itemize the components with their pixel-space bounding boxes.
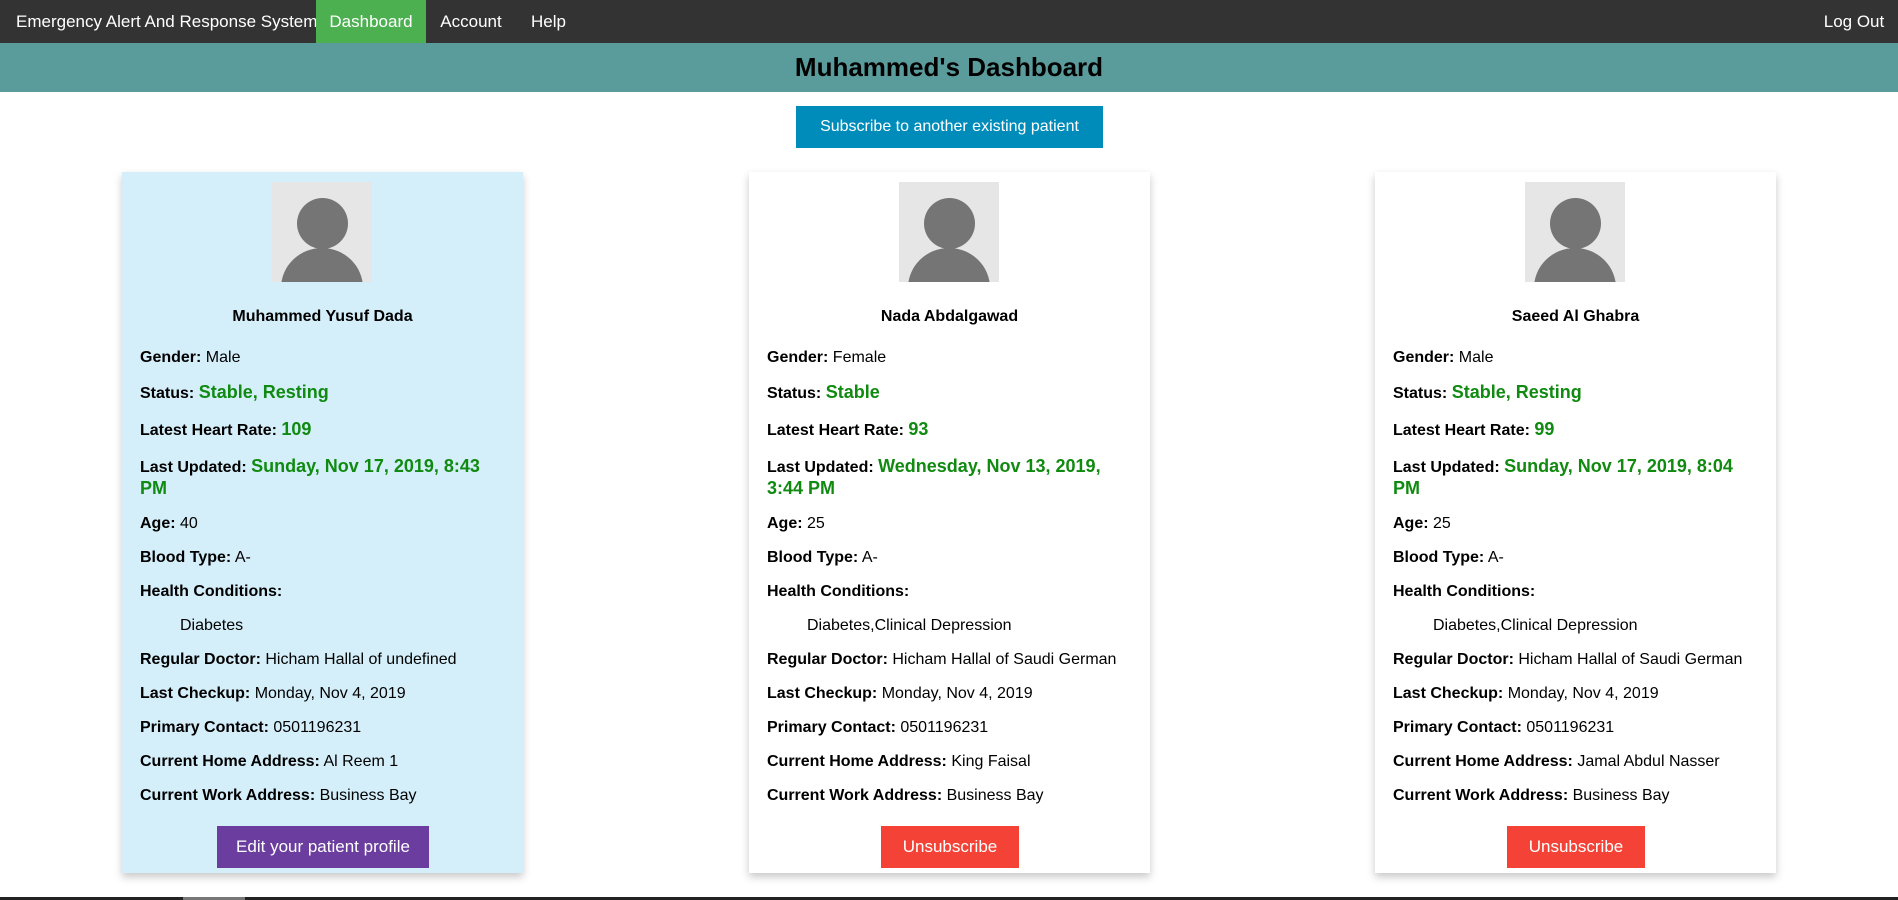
unsubscribe-button[interactable]: Unsubscribe (1507, 826, 1645, 868)
blood-type-row: Blood Type: A- (767, 549, 878, 566)
last-checkup-row: Last Checkup: Monday, Nov 4, 2019 (767, 685, 1033, 702)
blood-type-row: Blood Type: A- (140, 549, 251, 566)
app-title[interactable]: Emergency Alert And Response System (16, 0, 317, 43)
heart-rate-row: Latest Heart Rate: 93 (767, 419, 929, 439)
health-conditions-label: Health Conditions: (140, 583, 283, 600)
health-conditions-label: Health Conditions: (1393, 583, 1536, 600)
health-conditions-value: Diabetes,Clinical Depression (807, 617, 1012, 634)
primary-contact-row: Primary Contact: 0501196231 (140, 719, 362, 736)
primary-contact-row: Primary Contact: 0501196231 (767, 719, 989, 736)
work-address-row: Current Work Address: Business Bay (140, 787, 417, 804)
work-address-row: Current Work Address: Business Bay (767, 787, 1044, 804)
heart-rate-row: Latest Heart Rate: 109 (140, 419, 312, 439)
home-address-row: Current Home Address: King Faisal (767, 753, 1031, 770)
heart-rate-value: 93 (908, 419, 929, 439)
work-address-row: Current Work Address: Business Bay (1393, 787, 1670, 804)
age-row: Age: 25 (767, 515, 825, 532)
status-row: Status: Stable, Resting (140, 382, 329, 402)
top-navbar: Emergency Alert And Response System Dash… (0, 0, 1898, 43)
patient-card: Saeed Al Ghabra Gender: Male Status: Sta… (1375, 172, 1776, 873)
last-updated-row: Last Updated: Sunday, Nov 17, 2019, 8:43… (140, 456, 480, 498)
gender-row: Gender: Male (140, 349, 241, 366)
status-value: Stable (825, 382, 880, 402)
page-title: Muhammed's Dashboard (0, 43, 1898, 92)
health-conditions-value: Diabetes,Clinical Depression (1433, 617, 1638, 634)
doctor-row: Regular Doctor: Hicham Hallal of Saudi G… (1393, 651, 1743, 668)
status-value: Stable, Resting (1451, 382, 1582, 402)
health-conditions-value: Diabetes (180, 617, 244, 634)
heart-rate-row: Latest Heart Rate: 99 (1393, 419, 1555, 439)
last-updated-row: Last Updated: Sunday, Nov 17, 2019, 8:04… (1393, 456, 1733, 498)
gender-row: Gender: Male (1393, 349, 1494, 366)
avatar-icon (899, 182, 999, 282)
patient-card-own: Muhammed Yusuf Dada Gender: Male Status:… (122, 172, 523, 873)
patient-name: Nada Abdalgawad (880, 308, 1019, 325)
home-address-row: Current Home Address: Jamal Abdul Nasser (1393, 753, 1720, 770)
doctor-row: Regular Doctor: Hicham Hallal of Saudi G… (767, 651, 1117, 668)
home-address-row: Current Home Address: Al Reem 1 (140, 753, 399, 770)
age-row: Age: 40 (140, 515, 198, 532)
heart-rate-value: 109 (281, 419, 312, 439)
primary-contact-row: Primary Contact: 0501196231 (1393, 719, 1615, 736)
age-row: Age: 25 (1393, 515, 1451, 532)
subscribe-patient-button[interactable]: Subscribe to another existing patient (796, 106, 1103, 148)
patient-card: Nada Abdalgawad Gender: Female Status: S… (749, 172, 1150, 873)
last-checkup-row: Last Checkup: Monday, Nov 4, 2019 (1393, 685, 1659, 702)
nav-dashboard[interactable]: Dashboard (316, 0, 426, 43)
last-updated-row: Last Updated: Wednesday, Nov 13, 2019, 3… (767, 456, 1101, 498)
doctor-row: Regular Doctor: Hicham Hallal of undefin… (140, 651, 457, 668)
avatar-icon (272, 182, 372, 282)
logout-button[interactable]: Log Out (1810, 0, 1898, 43)
status-value: Stable, Resting (198, 382, 329, 402)
nav-help[interactable]: Help (516, 0, 581, 43)
unsubscribe-button[interactable]: Unsubscribe (881, 826, 1019, 868)
avatar-icon (1525, 182, 1625, 282)
health-conditions-label: Health Conditions: (767, 583, 910, 600)
edit-profile-button[interactable]: Edit your patient profile (217, 826, 429, 868)
last-checkup-row: Last Checkup: Monday, Nov 4, 2019 (140, 685, 406, 702)
gender-row: Gender: Female (767, 349, 887, 366)
heart-rate-value: 99 (1534, 419, 1555, 439)
blood-type-row: Blood Type: A- (1393, 549, 1504, 566)
nav-account[interactable]: Account (426, 0, 516, 43)
patient-name: Saeed Al Ghabra (1511, 308, 1640, 325)
status-row: Status: Stable, Resting (1393, 382, 1582, 402)
patient-name: Muhammed Yusuf Dada (232, 308, 413, 325)
status-row: Status: Stable (767, 382, 880, 402)
